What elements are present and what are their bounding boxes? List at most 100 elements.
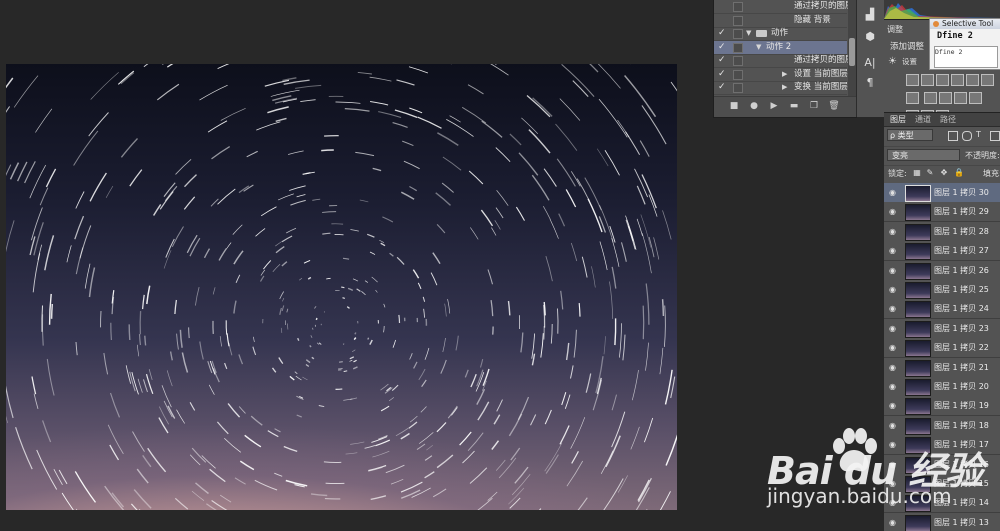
layer-name[interactable]: 图层 1 拷贝 28 xyxy=(934,226,989,237)
layer-thumbnail[interactable] xyxy=(905,514,931,531)
dialog-toggle-box[interactable] xyxy=(733,2,743,12)
hue-saturation-icon[interactable] xyxy=(981,74,994,86)
visibility-eye-icon[interactable]: ◉ xyxy=(888,227,897,236)
layer-thumbnail[interactable] xyxy=(905,320,931,338)
adjustment-filter-icon[interactable] xyxy=(962,131,972,141)
action-row[interactable]: ✓ 通过拷贝的图层 xyxy=(714,54,854,68)
star-trail-photo[interactable] xyxy=(6,64,677,510)
dialog-toggle-box[interactable] xyxy=(733,83,743,93)
action-toggle-check[interactable]: ✓ xyxy=(718,27,728,40)
layer-thumbnail[interactable] xyxy=(905,204,931,222)
visibility-eye-icon[interactable]: ◉ xyxy=(888,363,897,372)
play-icon[interactable]: ▶ xyxy=(768,100,780,112)
layer-name[interactable]: 图层 1 拷贝 24 xyxy=(934,303,989,314)
layer-name[interactable]: 图层 1 拷贝 20 xyxy=(934,381,989,392)
layer-row[interactable]: ◉ 图层 1 拷贝 17 xyxy=(884,435,1000,456)
brightness-icon[interactable] xyxy=(906,74,919,86)
action-row[interactable]: ✓ ▼ 动作 xyxy=(714,27,847,41)
layer-filter-select[interactable]: ρ 类型 xyxy=(887,129,933,141)
visibility-eye-icon[interactable]: ◉ xyxy=(888,343,897,352)
layer-thumbnail[interactable] xyxy=(905,223,931,241)
black-white-icon[interactable] xyxy=(923,92,937,104)
layer-name[interactable]: 图层 1 拷贝 17 xyxy=(934,439,989,450)
dialog-toggle-box[interactable] xyxy=(733,15,743,26)
pixel-filter-icon[interactable] xyxy=(948,131,958,141)
layer-row[interactable]: ◉ 图层 1 拷贝 20 xyxy=(884,377,1000,397)
dialog-toggle-box[interactable] xyxy=(733,42,743,53)
action-row[interactable]: 通过拷贝的图层 xyxy=(714,0,854,14)
layer-name[interactable]: 图层 1 拷贝 25 xyxy=(934,284,989,295)
expand-triangle-icon[interactable]: ▼ xyxy=(756,41,761,54)
layer-thumbnail[interactable] xyxy=(905,456,931,474)
layer-row[interactable]: ◉ 图层 1 拷贝 23 xyxy=(884,318,1000,339)
visibility-eye-icon[interactable]: ◉ xyxy=(888,207,897,216)
layer-thumbnail[interactable] xyxy=(905,437,931,455)
layer-row[interactable]: ◉ 图层 1 拷贝 26 xyxy=(884,260,1000,281)
layer-row[interactable]: ◉ 图层 1 拷贝 28 xyxy=(884,221,1000,242)
layer-name[interactable]: 图层 1 拷贝 18 xyxy=(934,420,989,431)
collapse-triangle-icon[interactable]: ▶ xyxy=(782,81,787,94)
dialog-toggle-box[interactable] xyxy=(733,29,743,39)
layer-row[interactable]: ◉ 图层 1 拷贝 25 xyxy=(884,280,1000,300)
dialog-toggle-box[interactable] xyxy=(733,56,743,66)
visibility-eye-icon[interactable]: ◉ xyxy=(888,401,897,410)
visibility-eye-icon[interactable]: ◉ xyxy=(888,382,897,391)
layer-thumbnail[interactable] xyxy=(905,243,931,261)
visibility-eye-icon[interactable]: ◉ xyxy=(888,285,897,294)
lock-paint-icon[interactable]: ✎ xyxy=(926,169,934,177)
layer-name[interactable]: 图层 1 拷贝 29 xyxy=(934,206,989,217)
layer-thumbnail[interactable] xyxy=(905,359,931,377)
action-row[interactable]: ✓ ▶ 设置 当前图层 xyxy=(714,68,848,82)
layer-row[interactable]: ◉ 图层 1 拷贝 16 xyxy=(884,454,1000,475)
layer-row[interactable]: ◉ 图层 1 拷贝 13 xyxy=(884,512,1000,531)
layer-name[interactable]: 图层 1 拷贝 30 xyxy=(934,187,989,198)
visibility-eye-icon[interactable]: ◉ xyxy=(888,188,897,197)
visibility-eye-icon[interactable]: ◉ xyxy=(888,421,897,430)
channel-mixer-icon[interactable] xyxy=(953,92,967,104)
visibility-eye-icon[interactable]: ◉ xyxy=(888,266,897,275)
layer-name[interactable]: 图层 1 拷贝 22 xyxy=(934,342,989,353)
layer-row[interactable]: ◉ 图层 1 拷贝 14 xyxy=(884,493,1000,514)
layer-thumbnail[interactable] xyxy=(905,301,931,319)
new-action-icon[interactable]: ❐ xyxy=(808,100,820,112)
canvas-area[interactable] xyxy=(0,0,713,530)
layer-thumbnail[interactable] xyxy=(905,262,931,280)
visibility-eye-icon[interactable]: ◉ xyxy=(888,304,897,313)
histogram-icon[interactable]: ▟ xyxy=(863,8,877,22)
blend-mode-select[interactable]: 变亮 xyxy=(887,149,960,161)
tab-adjustments[interactable]: 调整 xyxy=(887,24,903,35)
visibility-eye-icon[interactable]: ◉ xyxy=(888,479,897,488)
vibrance-icon[interactable] xyxy=(966,74,979,86)
visibility-eye-icon[interactable]: ◉ xyxy=(888,498,897,507)
action-toggle-check[interactable]: ✓ xyxy=(718,68,728,81)
action-row[interactable]: ✓ ▼ 动作 2 xyxy=(714,40,847,55)
plugin-name[interactable]: Dfine 2 xyxy=(937,31,973,41)
layer-thumbnail[interactable] xyxy=(905,495,931,513)
action-row[interactable]: 隐藏 背景 xyxy=(714,14,847,28)
layer-name[interactable]: 图层 1 拷贝 27 xyxy=(934,245,989,256)
type-filter-icon[interactable]: T xyxy=(976,131,984,139)
action-toggle-check[interactable]: ✓ xyxy=(718,81,728,94)
action-toggle-check[interactable]: ✓ xyxy=(718,41,728,54)
layer-row[interactable]: ◉ 图层 1 拷贝 21 xyxy=(884,357,1000,378)
layer-thumbnail[interactable] xyxy=(905,340,931,358)
character-icon[interactable]: A| xyxy=(863,56,877,70)
record-icon[interactable]: ● xyxy=(748,100,760,112)
levels-icon[interactable] xyxy=(921,74,934,86)
visibility-eye-icon[interactable]: ◉ xyxy=(888,518,897,527)
layer-name[interactable]: 图层 1 拷贝 23 xyxy=(934,323,989,334)
color-balance-icon[interactable] xyxy=(906,92,919,104)
plugin-window[interactable]: Selective Tool Dfine 2 Dfine 2 xyxy=(929,18,1000,70)
tab-paths[interactable]: 路径 xyxy=(940,114,956,125)
actions-scrollbar[interactable] xyxy=(848,0,856,96)
expand-triangle-icon[interactable]: ▼ xyxy=(746,27,751,40)
layer-thumbnail[interactable] xyxy=(905,282,931,299)
plugin-titlebar[interactable]: Selective Tool xyxy=(930,19,1000,29)
layer-name[interactable]: 图层 1 拷贝 13 xyxy=(934,517,989,528)
photo-filter-icon[interactable] xyxy=(938,92,952,104)
visibility-eye-icon[interactable]: ◉ xyxy=(888,460,897,469)
layer-name[interactable]: 图层 1 拷贝 26 xyxy=(934,265,989,276)
layer-row[interactable]: ◉ 图层 1 拷贝 27 xyxy=(884,241,1000,262)
shape-filter-icon[interactable] xyxy=(990,131,1000,141)
plugin-setting-label[interactable]: 设置 xyxy=(902,56,917,67)
